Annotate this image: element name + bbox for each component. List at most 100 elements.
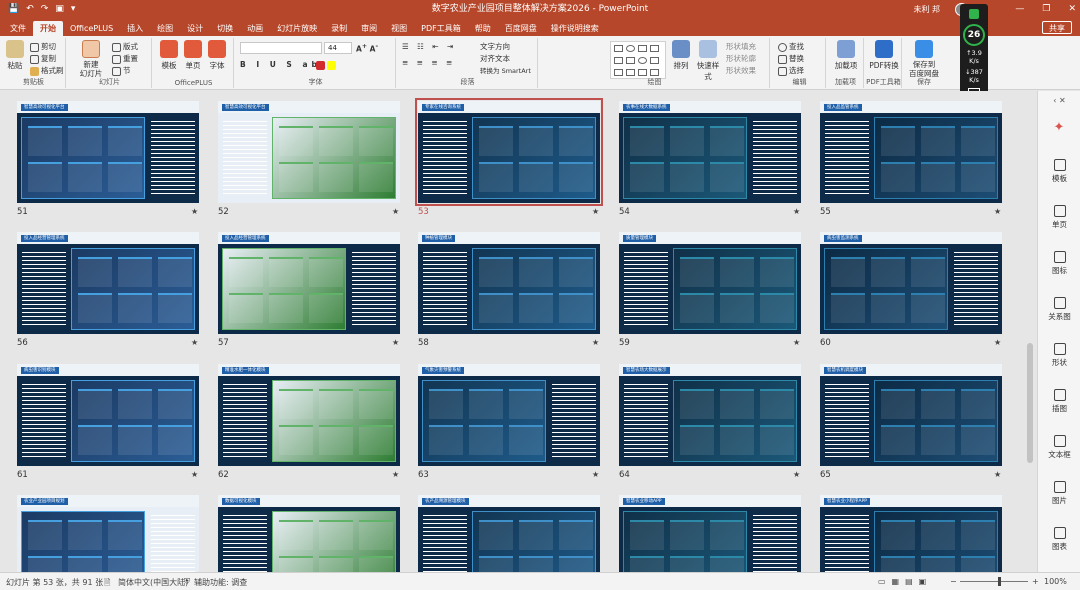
font-color-icon[interactable] bbox=[316, 60, 338, 70]
slide-thumbnail[interactable]: 智慧农业移动APP bbox=[619, 495, 801, 572]
align-text-button[interactable]: 对齐文本 bbox=[480, 53, 510, 64]
font-name-combo[interactable] bbox=[240, 42, 322, 54]
slide-transition-icon[interactable]: ★ bbox=[392, 207, 399, 216]
select-button[interactable]: 选择 bbox=[778, 65, 804, 76]
customize-qat-icon[interactable]: ▾ bbox=[71, 0, 76, 19]
slide-transition-icon[interactable]: ★ bbox=[994, 207, 1001, 216]
align-buttons[interactable]: ≡ ≡ ≡ ≡ bbox=[402, 58, 455, 67]
slide-transition-icon[interactable]: ★ bbox=[392, 470, 399, 479]
accessibility-icon[interactable]: ⛨ bbox=[184, 577, 190, 587]
shapes-gallery[interactable] bbox=[610, 41, 666, 79]
minimize-button[interactable]: — bbox=[1015, 0, 1024, 19]
addins-button[interactable]: 加载项 bbox=[832, 40, 860, 71]
tab-4[interactable]: 绘图 bbox=[150, 21, 180, 36]
redo-icon[interactable]: ↷ bbox=[41, 0, 49, 19]
tab-13[interactable]: 帮助 bbox=[468, 21, 498, 36]
tab-0[interactable]: 文件 bbox=[3, 21, 33, 36]
tab-9[interactable]: 录制 bbox=[324, 21, 354, 36]
slide-thumbnail[interactable]: 质量管理模块 bbox=[619, 232, 801, 334]
scrollbar-thumb[interactable] bbox=[1027, 343, 1033, 463]
paste-button[interactable]: 粘贴 bbox=[5, 40, 25, 71]
slide-sorter[interactable]: 智慧高效可视化平台 51 ★ 智慧高效可视化平台 52 ★ 专家在线咨询系统 53 ★ 农事在线大… bbox=[0, 91, 1037, 572]
slide-thumbnail[interactable]: 病虫害识别模块 bbox=[17, 364, 199, 466]
zoom-out-button[interactable]: − bbox=[950, 577, 957, 586]
slide-thumbnail[interactable]: 智慧农场大数据展示 bbox=[619, 364, 801, 466]
cut-button[interactable]: 剪切 bbox=[30, 41, 56, 52]
tab-8[interactable]: 幻灯片放映 bbox=[270, 21, 324, 36]
present-icon[interactable]: ▣ bbox=[55, 0, 64, 19]
slide-thumbnail[interactable]: 农业产业园项目规划 bbox=[17, 495, 199, 572]
slide-transition-icon[interactable]: ★ bbox=[994, 470, 1001, 479]
slide-thumbnail[interactable]: 精准水肥一体化模块 bbox=[218, 364, 400, 466]
slide-transition-icon[interactable]: ★ bbox=[592, 338, 599, 347]
slide-thumbnail[interactable]: 智慧农机调度模块 bbox=[820, 364, 1002, 466]
tab-11[interactable]: 视图 bbox=[384, 21, 414, 36]
slide-thumbnail[interactable]: 投入品监管系统 bbox=[820, 101, 1002, 203]
format-painter-button[interactable]: 格式刷 bbox=[30, 65, 64, 76]
list-buttons[interactable]: ☰ ☷ ⇤ ⇥ bbox=[402, 42, 456, 51]
user-name[interactable]: 未利 邦 bbox=[913, 0, 940, 19]
tab-15[interactable]: 操作说明搜索 bbox=[544, 21, 606, 36]
pane-item-0[interactable]: 模板 bbox=[1038, 159, 1080, 184]
arrange-button[interactable]: 排列 bbox=[670, 40, 692, 71]
font-size-combo[interactable]: 44 bbox=[324, 42, 352, 54]
slide-thumbnail[interactable]: 智慧高效可视化平台 bbox=[218, 101, 400, 203]
slide-thumbnail[interactable]: 智慧高效可视化平台 bbox=[17, 101, 199, 203]
new-slide-button[interactable]: 新建 幻灯片 bbox=[76, 40, 106, 78]
slide-transition-icon[interactable]: ★ bbox=[592, 470, 599, 479]
increase-font-icon[interactable]: A+ A- bbox=[356, 43, 378, 54]
spellcheck-icon[interactable]: 🗎 bbox=[104, 577, 110, 590]
zoom-in-button[interactable]: + bbox=[1032, 577, 1039, 586]
copy-button[interactable]: 复制 bbox=[30, 53, 56, 64]
pane-item-3[interactable]: 关系图 bbox=[1038, 297, 1080, 322]
close-button[interactable]: ✕ bbox=[1068, 0, 1076, 19]
zoom-slider-knob[interactable] bbox=[998, 577, 1001, 586]
section-button[interactable]: 节 bbox=[112, 65, 131, 76]
pane-item-4[interactable]: 形状 bbox=[1038, 343, 1080, 368]
tab-12[interactable]: PDF工具箱 bbox=[414, 21, 468, 36]
zoom-slider[interactable] bbox=[960, 581, 1028, 582]
slide-thumbnail[interactable]: 农事在线大数据系统 bbox=[619, 101, 801, 203]
slide-thumbnail[interactable]: 投入品经营管理系统 bbox=[218, 232, 400, 334]
slide-thumbnail[interactable]: 农产品溯源管理模块 bbox=[418, 495, 600, 572]
slide-thumbnail[interactable]: 数据可视化模块 bbox=[218, 495, 400, 572]
language-status[interactable]: 简体中文(中国大陆) bbox=[118, 577, 188, 588]
slide-transition-icon[interactable]: ★ bbox=[191, 338, 198, 347]
template-button[interactable]: 模板 bbox=[158, 40, 180, 71]
slide-thumbnail[interactable]: 种植管理模块 bbox=[418, 232, 600, 334]
layout-button[interactable]: 版式 bbox=[112, 41, 138, 52]
slide-thumbnail[interactable]: 气象灾害预警系统 bbox=[418, 364, 600, 466]
font-plus-button[interactable]: 字体 bbox=[206, 40, 228, 71]
accessibility-status[interactable]: 辅助功能: 调查 bbox=[194, 577, 247, 588]
shape-outline-button[interactable]: 形状轮廓 bbox=[726, 53, 756, 64]
slide-transition-icon[interactable]: ★ bbox=[793, 470, 800, 479]
tab-3[interactable]: 插入 bbox=[120, 21, 150, 36]
slide-transition-icon[interactable]: ★ bbox=[793, 338, 800, 347]
slide-transition-icon[interactable]: ★ bbox=[793, 207, 800, 216]
pane-item-5[interactable]: 插图 bbox=[1038, 389, 1080, 414]
smartart-button[interactable]: 转换为 SmartArt bbox=[480, 65, 531, 75]
shape-fill-button[interactable]: 形状填充 bbox=[726, 41, 756, 52]
slide-transition-icon[interactable]: ★ bbox=[191, 470, 198, 479]
tab-14[interactable]: 百度网盘 bbox=[498, 21, 544, 36]
view-buttons[interactable]: ▭▦▤▣ bbox=[878, 577, 932, 586]
tab-1[interactable]: 开始 bbox=[33, 21, 63, 36]
slide-transition-icon[interactable]: ★ bbox=[994, 338, 1001, 347]
zoom-level[interactable]: 100% bbox=[1044, 577, 1067, 586]
pdf-convert-button[interactable]: PDF转换 bbox=[868, 40, 900, 71]
tab-2[interactable]: OfficePLUS bbox=[63, 21, 120, 36]
tab-5[interactable]: 设计 bbox=[180, 21, 210, 36]
tab-7[interactable]: 动画 bbox=[240, 21, 270, 36]
single-page-button[interactable]: 单页 bbox=[182, 40, 204, 71]
tab-10[interactable]: 审阅 bbox=[354, 21, 384, 36]
save-icon[interactable]: 💾 bbox=[8, 0, 19, 19]
replace-button[interactable]: 替换 bbox=[778, 53, 804, 64]
pane-item-6[interactable]: 文本框 bbox=[1038, 435, 1080, 460]
slide-transition-icon[interactable]: ★ bbox=[191, 207, 198, 216]
find-button[interactable]: 查找 bbox=[778, 41, 804, 52]
shape-effect-button[interactable]: 形状效果 bbox=[726, 65, 756, 76]
vertical-scrollbar[interactable] bbox=[1026, 93, 1034, 571]
font-style-buttons[interactable]: B I U S ab bbox=[240, 60, 321, 69]
quick-styles-button[interactable]: 快速样式 bbox=[694, 40, 722, 82]
slide-transition-icon[interactable]: ★ bbox=[392, 338, 399, 347]
